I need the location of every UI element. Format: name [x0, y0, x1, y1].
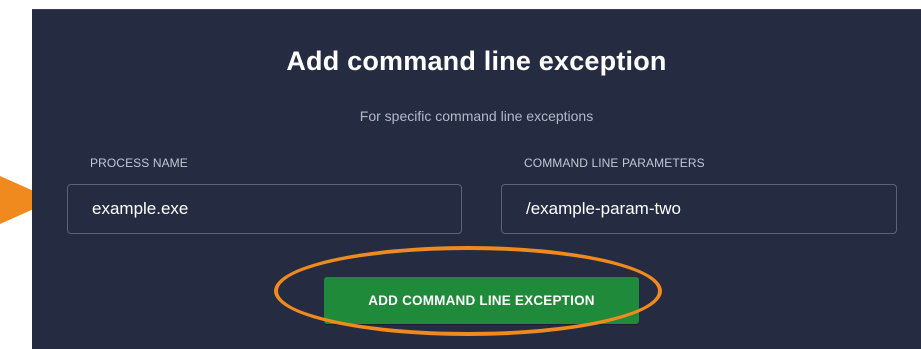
command-line-parameters-input[interactable]: /example-param-two [501, 184, 897, 234]
process-name-value: example.exe [92, 199, 189, 218]
dialog-subtitle: For specific command line exceptions [359, 108, 594, 124]
dialog-title: Add command line exception [286, 46, 667, 76]
process-name-input[interactable]: example.exe [67, 184, 462, 234]
command-line-parameters-value: /example-param-two [526, 199, 681, 218]
add-command-line-exception-button[interactable]: ADD COMMAND LINE EXCEPTION [324, 277, 639, 324]
add-command-line-exception-dialog: Add command line exception For specific … [32, 9, 921, 349]
command-line-parameters-label: COMMAND LINE PARAMETERS [524, 156, 705, 170]
process-name-label: PROCESS NAME [90, 156, 188, 170]
screenshot-stage: Add command line exception For specific … [0, 0, 921, 349]
